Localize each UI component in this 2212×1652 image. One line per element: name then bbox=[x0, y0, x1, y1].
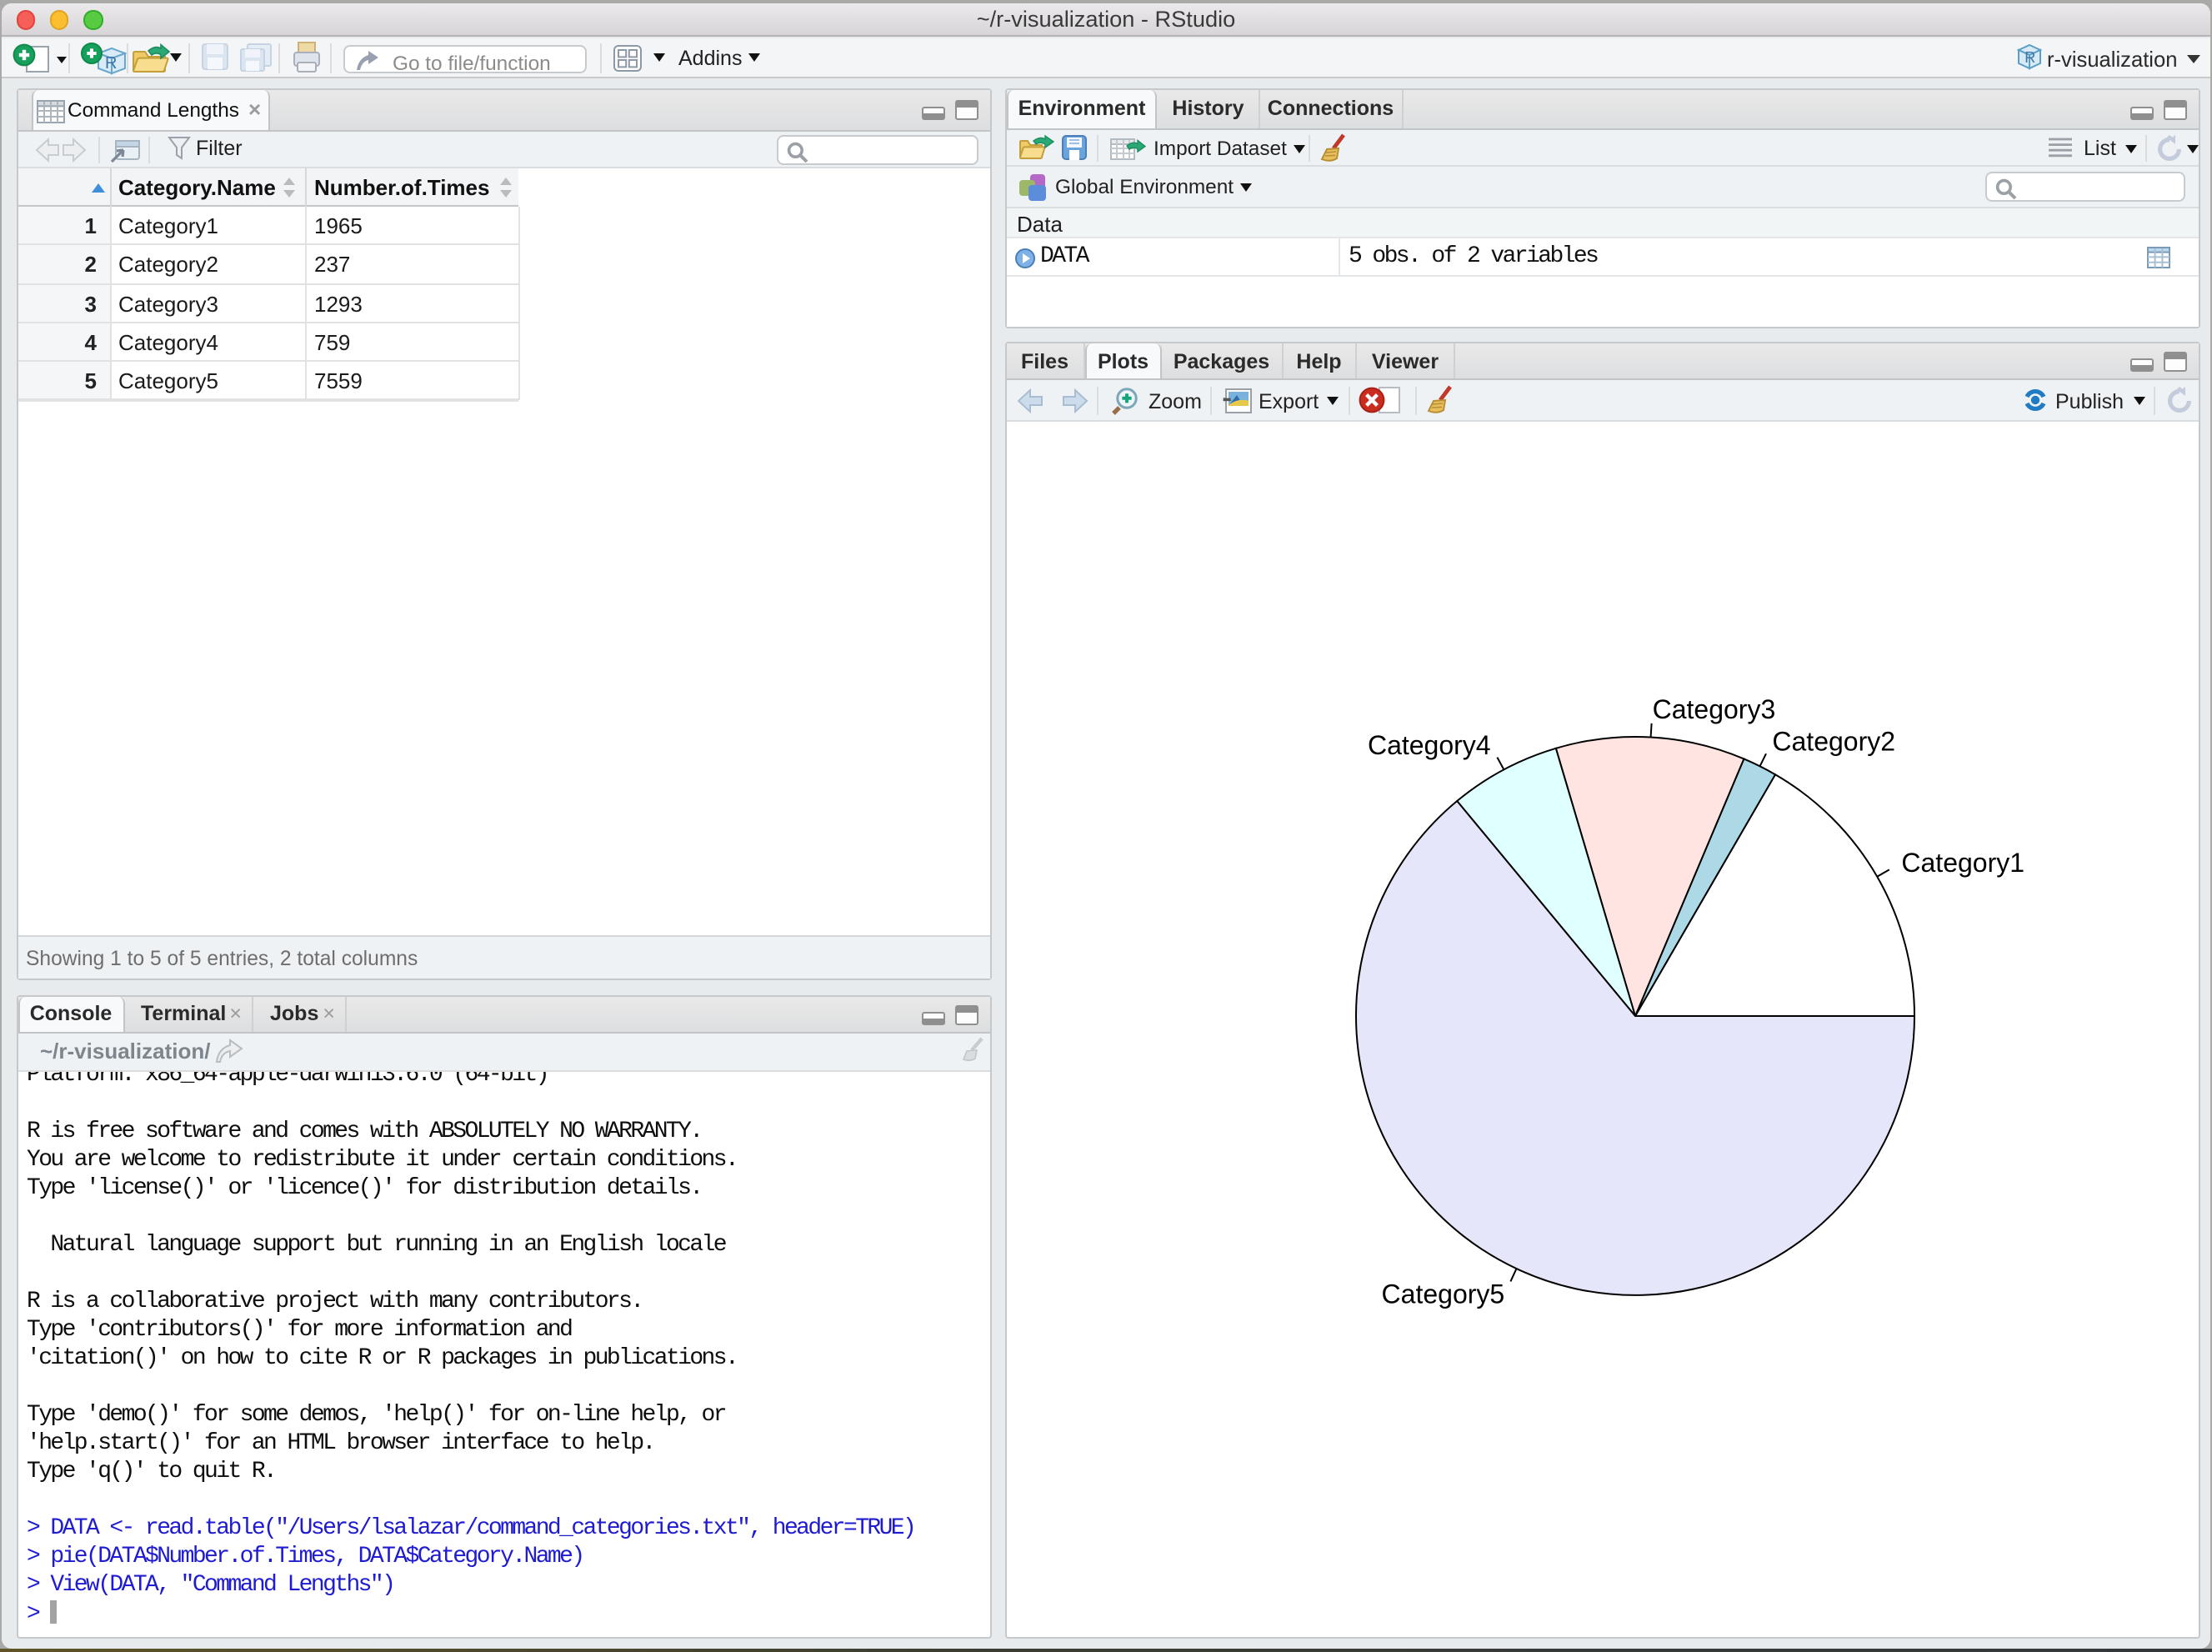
svg-text:Category3: Category3 bbox=[1653, 694, 1776, 724]
svg-text:R: R bbox=[2024, 49, 2035, 66]
svg-text:Category4: Category4 bbox=[1368, 730, 1491, 760]
svg-text:R: R bbox=[105, 54, 117, 73]
svg-text:Category5: Category5 bbox=[1382, 1279, 1505, 1309]
svg-text:Category2: Category2 bbox=[1772, 726, 1895, 756]
svg-text:Category1: Category1 bbox=[1901, 848, 2024, 878]
